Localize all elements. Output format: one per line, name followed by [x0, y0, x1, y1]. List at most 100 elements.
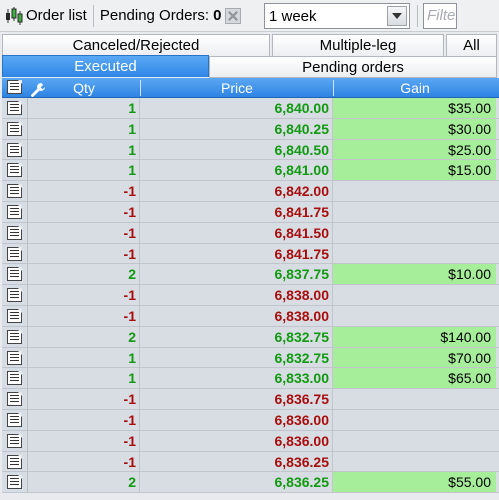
- row-details-cell[interactable]: [2, 451, 28, 472]
- qty-cell: -1: [28, 451, 140, 472]
- gain-cell: $65.00: [333, 368, 496, 389]
- document-icon[interactable]: [7, 371, 22, 386]
- table-row[interactable]: -1 6,836.75: [2, 389, 499, 410]
- row-details-cell[interactable]: [2, 118, 28, 139]
- row-details-cell[interactable]: [2, 430, 28, 451]
- gain-cell: [333, 202, 496, 222]
- row-details-cell[interactable]: [2, 98, 28, 118]
- document-icon[interactable]: [7, 412, 22, 427]
- row-details-cell[interactable]: [2, 264, 28, 285]
- header-gain[interactable]: Gain: [333, 79, 496, 96]
- document-icon[interactable]: [7, 350, 22, 365]
- row-details-cell[interactable]: [2, 389, 28, 409]
- cancel-all-icon[interactable]: [225, 7, 242, 24]
- gain-cell: [333, 244, 496, 264]
- table-row[interactable]: -1 6,836.25: [2, 451, 499, 473]
- pending-orders-count: 0: [213, 7, 222, 24]
- pending-orders-label: Pending Orders:: [99, 7, 210, 24]
- table-row[interactable]: 1 6,832.75 $70.00: [2, 347, 499, 369]
- table-row[interactable]: 1 6,840.50 $25.00: [2, 139, 499, 161]
- price-cell: 6,837.75: [140, 264, 333, 285]
- gain-cell: [333, 306, 496, 326]
- table-row[interactable]: -1 6,836.00: [2, 430, 499, 452]
- qty-cell: 1: [28, 118, 140, 139]
- row-details-cell[interactable]: [2, 409, 28, 430]
- table-row[interactable]: 1 6,833.00 $65.00: [2, 368, 499, 390]
- row-details-cell[interactable]: [2, 243, 28, 264]
- row-details-cell[interactable]: [2, 139, 28, 160]
- header-details-column[interactable]: [2, 78, 28, 98]
- filter-input[interactable]: Filter: [423, 3, 457, 29]
- tab-executed[interactable]: Executed: [2, 55, 209, 77]
- tab-multiple-leg[interactable]: Multiple-leg: [272, 34, 444, 56]
- qty-cell: 1: [28, 98, 140, 118]
- qty-cell: 2: [28, 472, 140, 493]
- table-row[interactable]: 1 6,841.00 $15.00: [2, 160, 499, 182]
- document-icon[interactable]: [7, 329, 22, 344]
- document-icon[interactable]: [7, 433, 22, 448]
- row-details-cell[interactable]: [2, 368, 28, 389]
- tab-all[interactable]: All: [446, 34, 497, 56]
- header-qty-label: Qty: [73, 79, 95, 96]
- gain-cell: $35.00: [333, 98, 496, 118]
- document-icon: [7, 79, 22, 94]
- document-icon[interactable]: [7, 246, 22, 261]
- row-details-cell[interactable]: [2, 472, 28, 493]
- header-price[interactable]: Price: [140, 79, 333, 96]
- price-cell: 6,840.25: [140, 118, 333, 139]
- price-cell: 6,836.00: [140, 409, 333, 430]
- tab-pending-orders[interactable]: Pending orders: [209, 56, 497, 78]
- document-icon[interactable]: [7, 475, 22, 490]
- document-icon[interactable]: [7, 142, 22, 157]
- period-select[interactable]: 1 week: [264, 3, 410, 29]
- qty-cell: 2: [28, 264, 140, 285]
- row-details-cell[interactable]: [2, 181, 28, 201]
- chevron-down-icon[interactable]: [387, 6, 407, 26]
- document-icon[interactable]: [7, 308, 22, 323]
- price-cell: 6,841.75: [140, 201, 333, 222]
- qty-cell: -1: [28, 409, 140, 430]
- document-icon[interactable]: [7, 288, 22, 303]
- row-details-cell[interactable]: [2, 347, 28, 368]
- row-details-cell[interactable]: [2, 222, 28, 243]
- table-row[interactable]: -1 6,838.00: [2, 285, 499, 306]
- table-row[interactable]: -1 6,841.50: [2, 222, 499, 244]
- table-row[interactable]: 1 6,840.25 $30.00: [2, 118, 499, 140]
- document-icon[interactable]: [7, 454, 22, 469]
- qty-cell: 1: [28, 368, 140, 389]
- gain-cell: $10.00: [333, 264, 496, 285]
- document-icon[interactable]: [7, 225, 22, 240]
- qty-cell: -1: [28, 222, 140, 243]
- qty-cell: 1: [28, 347, 140, 368]
- document-icon[interactable]: [7, 204, 22, 219]
- table-row[interactable]: -1 6,841.75: [2, 243, 499, 265]
- gain-cell: [333, 285, 496, 305]
- document-icon[interactable]: [7, 101, 22, 115]
- table-row[interactable]: -1 6,836.00: [2, 409, 499, 431]
- row-details-cell[interactable]: [2, 285, 28, 305]
- table-row[interactable]: 2 6,832.75 $140.00: [2, 326, 499, 348]
- table-row[interactable]: 1 6,840.00 $35.00: [2, 98, 499, 119]
- price-cell: 6,836.25: [140, 472, 333, 493]
- header-qty[interactable]: Qty: [28, 79, 140, 98]
- table-row[interactable]: -1 6,838.00: [2, 305, 499, 327]
- table-row[interactable]: -1 6,841.75: [2, 201, 499, 223]
- document-icon[interactable]: [7, 163, 22, 178]
- table-row[interactable]: 2 6,837.75 $10.00: [2, 264, 499, 286]
- row-details-cell[interactable]: [2, 326, 28, 347]
- document-icon[interactable]: [7, 184, 22, 199]
- document-icon[interactable]: [7, 392, 22, 407]
- wrench-icon[interactable]: [30, 82, 46, 98]
- table-row[interactable]: -1 6,842.00: [2, 181, 499, 202]
- gain-cell: [333, 431, 496, 451]
- row-details-cell[interactable]: [2, 160, 28, 181]
- order-list-title: Order list: [26, 7, 87, 24]
- document-icon[interactable]: [7, 267, 22, 282]
- candlestick-icon[interactable]: [4, 6, 24, 26]
- price-cell: 6,841.75: [140, 243, 333, 264]
- table-row[interactable]: 2 6,836.25 $55.00: [2, 472, 499, 494]
- row-details-cell[interactable]: [2, 201, 28, 222]
- tab-canceled-rejected[interactable]: Canceled/Rejected: [2, 34, 270, 56]
- row-details-cell[interactable]: [2, 305, 28, 326]
- document-icon[interactable]: [7, 121, 22, 136]
